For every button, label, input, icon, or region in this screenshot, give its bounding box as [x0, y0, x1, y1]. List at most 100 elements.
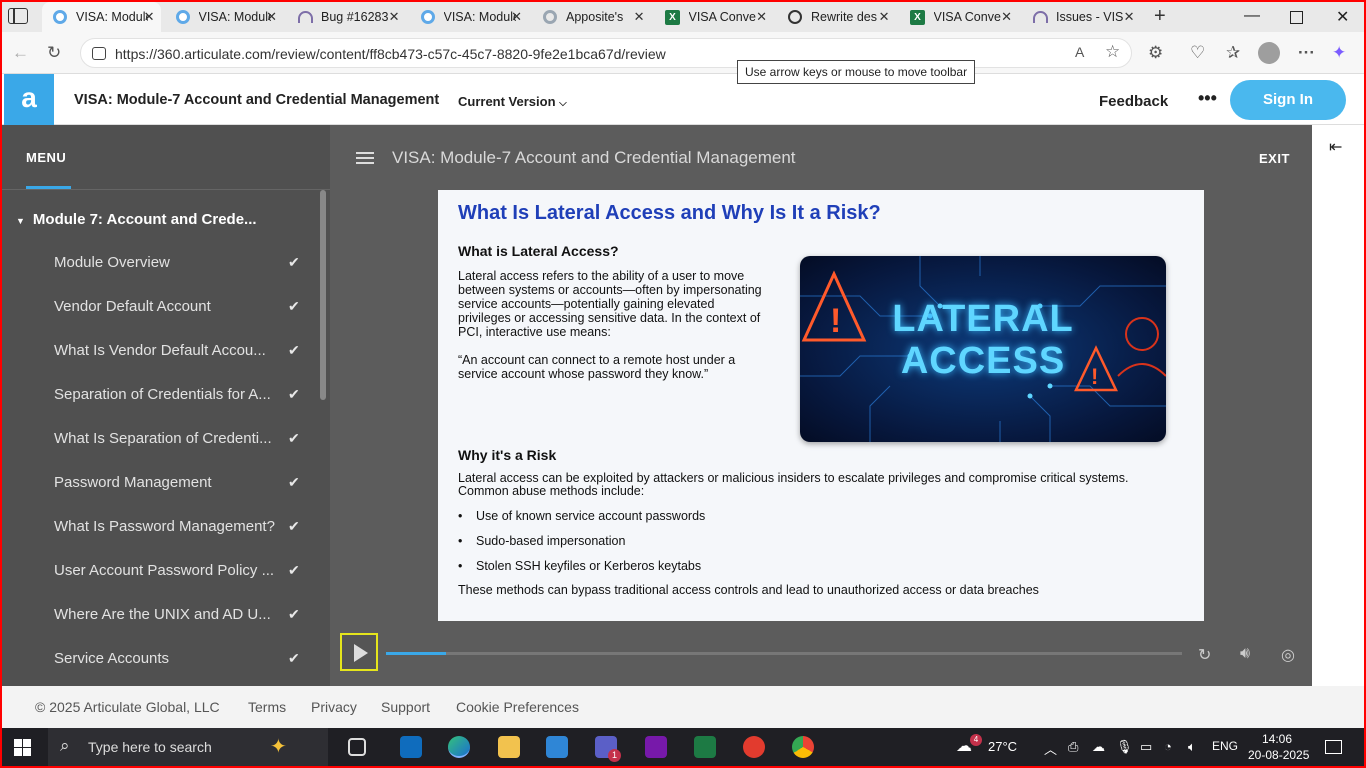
- close-tab-icon[interactable]: ✕: [879, 9, 890, 25]
- teams-icon[interactable]: 1: [595, 736, 621, 762]
- collapse-panel-icon[interactable]: ⇤: [1329, 137, 1342, 157]
- tab-1[interactable]: VISA: Module ✕: [42, 2, 161, 32]
- store-icon[interactable]: [546, 736, 568, 758]
- task-view-icon[interactable]: [348, 738, 366, 756]
- menu-scrollbar[interactable]: [320, 190, 326, 400]
- notifications-icon[interactable]: [1325, 740, 1342, 754]
- tab-5[interactable]: Apposite's ✕: [532, 2, 651, 32]
- progress-track[interactable]: [386, 652, 1182, 655]
- menu-item[interactable]: Vendor Default Account ✔: [54, 298, 304, 342]
- speaker-icon[interactable]: 🔈︎: [1188, 739, 1196, 755]
- close-tab-icon[interactable]: ✕: [634, 9, 645, 25]
- tab-8[interactable]: X VISA Conve ✕: [900, 2, 1019, 32]
- replay-icon[interactable]: ↻: [1198, 645, 1211, 665]
- extensions-icon[interactable]: ⚙: [1148, 43, 1163, 63]
- hamburger-menu-icon[interactable]: [356, 152, 374, 164]
- privacy-link[interactable]: Privacy: [311, 699, 357, 715]
- profile-avatar[interactable]: [1258, 42, 1280, 64]
- menu-item[interactable]: Module Overview ✔: [54, 254, 304, 298]
- minimize-button[interactable]: —: [1244, 7, 1260, 25]
- back-icon[interactable]: ←: [12, 43, 29, 63]
- tab-4[interactable]: VISA: Module ✕: [410, 2, 529, 32]
- windows-start-icon[interactable]: [14, 739, 31, 756]
- language-indicator[interactable]: ENG: [1212, 739, 1238, 753]
- close-tab-icon[interactable]: ✕: [266, 9, 277, 25]
- close-tab-icon[interactable]: ✕: [756, 9, 767, 25]
- new-tab-button[interactable]: +: [1154, 5, 1166, 28]
- volume-icon[interactable]: 🔊︎: [1240, 645, 1250, 663]
- close-tab-icon[interactable]: ✕: [389, 9, 400, 25]
- file-explorer-icon[interactable]: [498, 736, 520, 758]
- articulate-logo[interactable]: a: [4, 74, 54, 125]
- menu-item[interactable]: User Account Password Policy ... ✔: [54, 562, 304, 606]
- tab-7[interactable]: Rewrite des ✕: [777, 2, 896, 32]
- tab-title: Rewrite des: [811, 10, 877, 24]
- copilot-icon[interactable]: ✦: [1332, 43, 1346, 63]
- tray-overflow-icon[interactable]: ︿: [1044, 739, 1057, 758]
- tab-title: VISA: Module: [198, 10, 271, 24]
- version-dropdown[interactable]: Current Version ⌵: [458, 94, 567, 109]
- more-options-button[interactable]: •••: [1198, 88, 1217, 109]
- feedback-button[interactable]: Feedback: [1099, 93, 1168, 110]
- menu-item[interactable]: Separation of Credentials for A... ✔: [54, 386, 304, 430]
- tab-9[interactable]: Issues - VIS ✕: [1022, 2, 1141, 32]
- menu-heading[interactable]: MENU: [26, 150, 66, 165]
- menu-item[interactable]: Service Accounts ✔: [54, 650, 304, 686]
- tab-3[interactable]: Bug #16283 ✕: [287, 2, 406, 32]
- refresh-icon[interactable]: ↻: [47, 43, 61, 63]
- menu-item-label: User Account Password Policy ...: [54, 562, 275, 579]
- exit-button[interactable]: EXIT: [1259, 151, 1290, 166]
- taskbar-search[interactable]: ⌕ Type here to search ✦: [48, 728, 328, 766]
- terms-link[interactable]: Terms: [248, 699, 286, 715]
- tab-actions-icon[interactable]: [8, 8, 28, 24]
- site-info-icon[interactable]: [92, 47, 106, 60]
- clock-date[interactable]: 20-08-2025: [1248, 748, 1309, 762]
- favorites-icon[interactable]: ✰: [1226, 43, 1240, 63]
- battery-icon[interactable]: ▭: [1140, 739, 1152, 755]
- snipping-tool-icon[interactable]: [743, 736, 765, 758]
- articulate-favicon-icon: [420, 9, 436, 25]
- tab-6[interactable]: X VISA Conve ✕: [655, 2, 774, 32]
- menu-item[interactable]: What Is Password Management? ✔: [54, 518, 304, 562]
- slide-quote: “An account can connect to a remote host…: [458, 353, 736, 381]
- url-text[interactable]: https://360.articulate.com/review/conten…: [115, 46, 666, 62]
- sign-in-button[interactable]: Sign In: [1230, 80, 1346, 120]
- outlook-icon[interactable]: [400, 736, 422, 758]
- weather-icon[interactable]: ☁ 4: [956, 734, 982, 756]
- chrome-icon[interactable]: [792, 736, 814, 758]
- menu-item[interactable]: Password Management ✔: [54, 474, 304, 518]
- close-tab-icon[interactable]: ✕: [1124, 9, 1135, 25]
- meet-now-icon[interactable]: ⎙: [1068, 739, 1078, 755]
- close-tab-icon[interactable]: ✕: [511, 9, 522, 25]
- menu-item[interactable]: Where Are the UNIX and AD U... ✔: [54, 606, 304, 650]
- menu-item-label: What Is Separation of Credenti...: [54, 430, 272, 447]
- restore-button[interactable]: [1290, 11, 1303, 24]
- favorite-star-icon[interactable]: ☆: [1105, 42, 1120, 62]
- close-tab-icon[interactable]: ✕: [144, 9, 155, 25]
- microphone-icon[interactable]: 🎙︎: [1116, 739, 1133, 755]
- menu-item[interactable]: What Is Separation of Credenti... ✔: [54, 430, 304, 474]
- sparkle-icon: ✦: [270, 736, 287, 758]
- excel-icon[interactable]: [694, 736, 716, 758]
- tab-2[interactable]: VISA: Module ✕: [165, 2, 284, 32]
- read-aloud-icon[interactable]: A: [1075, 44, 1084, 60]
- menu-item-label: Service Accounts: [54, 650, 170, 667]
- settings-more-icon[interactable]: ···: [1298, 43, 1315, 63]
- close-window-button[interactable]: ✕: [1336, 7, 1349, 27]
- close-tab-icon[interactable]: ✕: [1001, 9, 1012, 25]
- onedrive-icon[interactable]: ☁: [1092, 739, 1105, 755]
- slide: What Is Lateral Access and Why Is It a R…: [438, 190, 1204, 621]
- edge-icon[interactable]: [448, 736, 470, 758]
- play-button[interactable]: [340, 633, 378, 671]
- wifi-icon[interactable]: ◔: [1164, 739, 1172, 754]
- checkmark-icon: ✔: [288, 386, 300, 402]
- browser-essentials-icon[interactable]: ♡: [1190, 43, 1205, 63]
- support-link[interactable]: Support: [381, 699, 430, 715]
- playback-speed-icon[interactable]: ◎: [1281, 645, 1295, 665]
- cookie-preferences-link[interactable]: Cookie Preferences: [456, 699, 579, 715]
- menu-item[interactable]: What Is Vendor Default Accou... ✔: [54, 342, 304, 386]
- clock-time[interactable]: 14:06: [1250, 732, 1304, 746]
- module-heading[interactable]: ▼ Module 7: Account and Crede...: [16, 211, 306, 228]
- weather-temp[interactable]: 27°C: [988, 739, 1017, 754]
- onenote-icon[interactable]: [645, 736, 667, 758]
